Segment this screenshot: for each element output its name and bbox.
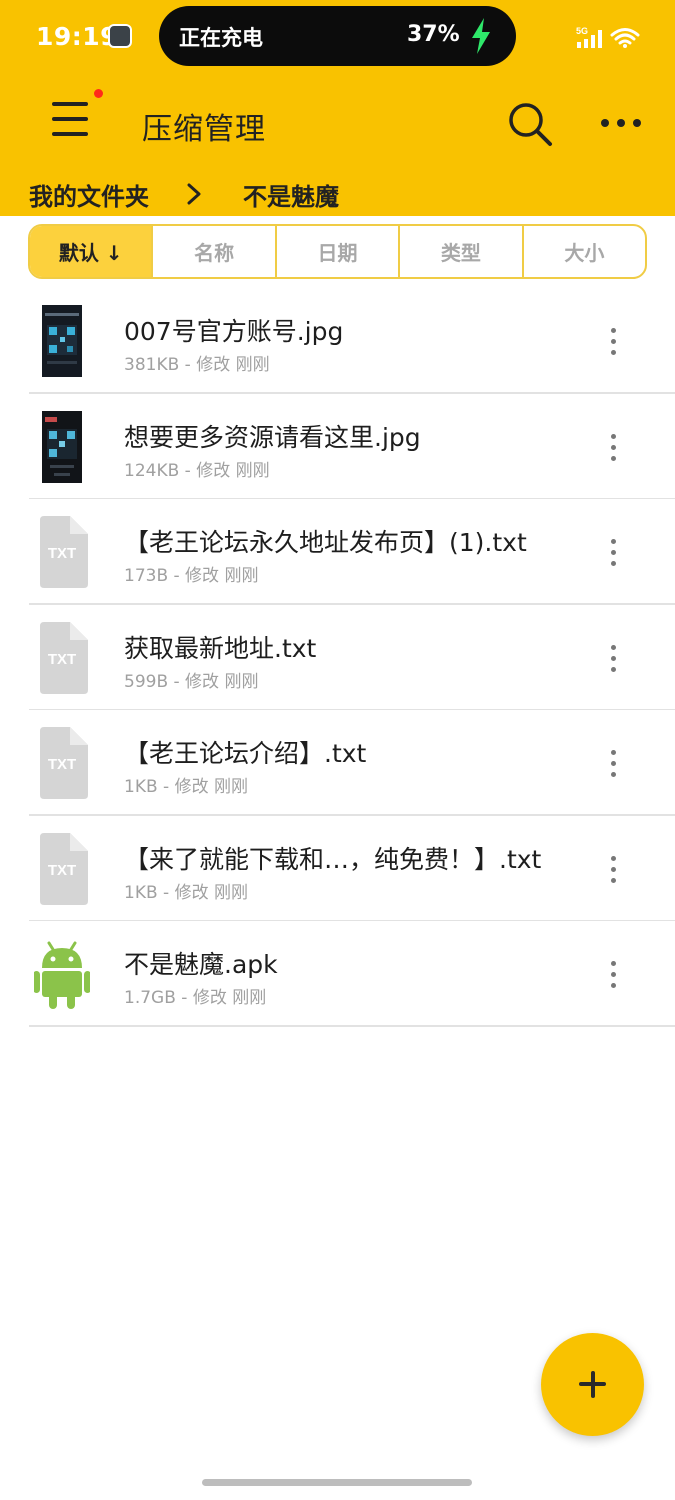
file-name: 想要更多资源请看这里.jpg xyxy=(124,422,421,452)
chevron-right-icon xyxy=(187,183,201,205)
add-button[interactable] xyxy=(541,1333,644,1436)
sort-tabs: 默认 ↓ 名称 日期 类型 大小 xyxy=(28,224,647,279)
file-meta: 173B - 修改 刚刚 xyxy=(124,566,259,586)
svg-text:TXT: TXT xyxy=(48,651,76,668)
more-options-icon[interactable] xyxy=(596,106,646,140)
file-name: 【老王论坛介绍】.txt xyxy=(124,739,367,768)
file-menu-icon[interactable] xyxy=(598,957,630,991)
svg-text:TXT: TXT xyxy=(48,862,76,879)
battery-percent: 37% xyxy=(407,22,460,47)
file-name: 获取最新地址.txt xyxy=(124,633,317,663)
txt-file-icon: TXT xyxy=(40,621,88,694)
file-menu-icon[interactable] xyxy=(598,535,630,569)
sort-tab-default[interactable]: 默认 ↓ xyxy=(30,226,152,277)
notification-avatar-icon xyxy=(108,24,132,48)
charging-island: 正在充电 37% xyxy=(159,6,516,66)
android-icon xyxy=(34,941,90,1009)
file-row[interactable]: TXT 【老王论坛介绍】.txt 1KB - 修改 刚刚 xyxy=(0,710,675,816)
file-row[interactable]: TXT 获取最新地址.txt 599B - 修改 刚刚 xyxy=(0,605,675,711)
svg-text:TXT: TXT xyxy=(48,756,76,773)
file-meta: 124KB - 修改 刚刚 xyxy=(124,460,270,481)
file-meta: 599B - 修改 刚刚 xyxy=(124,671,259,692)
app-header: 19:19 正在充电 37% 5G 压缩管理 我的文件夹 不是魅魔 xyxy=(0,0,675,216)
sort-tab-size[interactable]: 大小 xyxy=(521,226,645,277)
file-row[interactable]: 想要更多资源请看这里.jpg 124KB - 修改 刚刚 xyxy=(0,394,675,500)
sort-tab-name[interactable]: 名称 xyxy=(151,226,274,277)
file-menu-icon[interactable] xyxy=(598,430,630,464)
txt-file-icon: TXT xyxy=(40,832,88,905)
file-meta: 1KB - 修改 刚刚 xyxy=(124,882,248,903)
breadcrumb: 我的文件夹 不是魅魔 xyxy=(29,176,339,212)
file-menu-icon[interactable] xyxy=(598,324,630,358)
page-title: 压缩管理 xyxy=(142,112,266,147)
file-row[interactable]: TXT 【来了就能下载和…，纯免费！】.txt 1KB - 修改 刚刚 xyxy=(0,816,675,922)
image-thumbnail-icon xyxy=(42,410,82,483)
charging-text: 正在充电 xyxy=(179,26,263,50)
file-meta: 381KB - 修改 刚刚 xyxy=(124,355,270,375)
txt-file-icon: TXT xyxy=(40,727,88,799)
breadcrumb-current[interactable]: 不是魅魔 xyxy=(243,177,339,212)
breadcrumb-root[interactable]: 我的文件夹 xyxy=(29,177,149,212)
notification-dot xyxy=(94,89,103,98)
file-name: 【老王论坛永久地址发布页】(1).txt xyxy=(124,528,527,557)
file-meta: 1KB - 修改 刚刚 xyxy=(124,777,248,797)
file-menu-icon[interactable] xyxy=(598,852,630,886)
network-label: 5G xyxy=(576,26,588,36)
file-menu-icon[interactable] xyxy=(598,641,630,675)
file-name: 007号官方账号.jpg xyxy=(124,317,344,346)
image-thumbnail-icon xyxy=(42,305,82,377)
file-row[interactable]: 不是魅魔.apk 1.7GB - 修改 刚刚 xyxy=(0,921,675,1027)
file-name: 不是魅魔.apk xyxy=(124,950,278,979)
file-row[interactable]: 007号官方账号.jpg 381KB - 修改 刚刚 xyxy=(0,288,675,394)
file-meta: 1.7GB - 修改 刚刚 xyxy=(124,988,267,1008)
search-icon[interactable] xyxy=(503,98,559,150)
charging-bolt-icon xyxy=(472,18,490,54)
file-row[interactable]: TXT 【老王论坛永久地址发布页】(1).txt 173B - 修改 刚刚 xyxy=(0,499,675,605)
file-list: 007号官方账号.jpg 381KB - 修改 刚刚 想要更多资源请看这里.jp… xyxy=(0,288,675,1027)
menu-icon[interactable] xyxy=(46,94,96,144)
txt-file-icon: TXT xyxy=(40,516,88,588)
sort-tab-type[interactable]: 类型 xyxy=(398,226,521,277)
svg-text:TXT: TXT xyxy=(48,545,76,562)
file-name: 【来了就能下载和…，纯免费！】.txt xyxy=(124,844,542,874)
file-menu-icon[interactable] xyxy=(598,746,630,780)
sort-tab-date[interactable]: 日期 xyxy=(274,226,398,277)
home-indicator[interactable] xyxy=(202,1479,472,1486)
status-time: 19:19 xyxy=(36,22,119,51)
signal-wifi-icon: 5G xyxy=(576,26,640,48)
